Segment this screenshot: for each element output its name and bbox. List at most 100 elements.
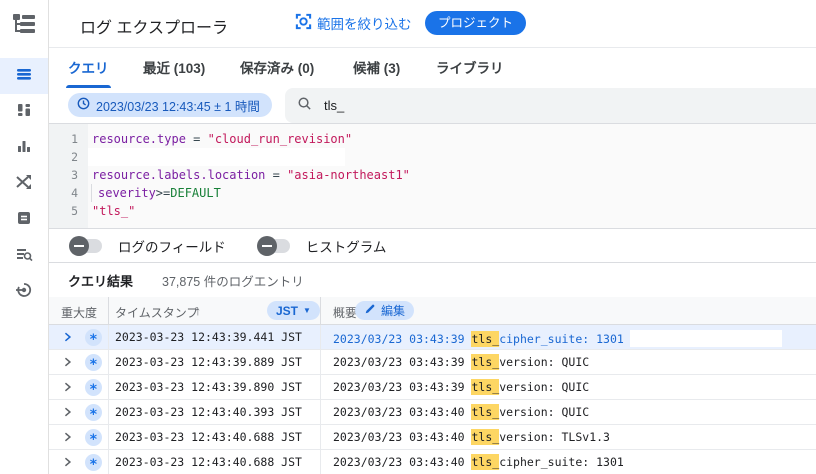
- tab-query[interactable]: クエリ: [66, 48, 110, 88]
- sidebar-item-log-metrics[interactable]: [0, 130, 48, 166]
- log-summary[interactable]: 2023/03/23 03:43:39 tls_version: QUIC: [333, 354, 589, 370]
- pencil-icon: [364, 303, 376, 318]
- edit-summary-button[interactable]: 編集: [355, 301, 415, 320]
- results-title: クエリ結果: [68, 273, 134, 289]
- code-token-op: >=: [155, 186, 171, 200]
- page-header: ログ エクスプローラ 範囲を絞り込む プロジェクト: [49, 0, 816, 48]
- time-range-chip[interactable]: 2023/03/23 12:43:45 ± 1 時間: [68, 93, 272, 117]
- log-row[interactable]: ∗ 2023-03-23 12:43:40.393 JST 2023/03/23 0…: [49, 400, 816, 425]
- expand-chevron-icon[interactable]: [62, 406, 73, 421]
- code-token-string: "asia-northeast1": [287, 168, 410, 182]
- log-fields-toggle-label: ログのフィールド: [118, 239, 226, 255]
- column-header-summary: 概要: [333, 306, 358, 320]
- column-divider: [320, 425, 321, 450]
- log-row[interactable]: ∗ 2023-03-23 12:43:39.441 JST 2023/03/23 0…: [49, 325, 816, 350]
- code-token-string: "tls_": [92, 204, 136, 218]
- search-box[interactable]: [285, 88, 816, 123]
- query-line[interactable]: "tls_": [88, 202, 816, 220]
- query-editor[interactable]: 1 2 3 4 5 resource.type = "cloud_run_revisio…: [49, 124, 816, 229]
- query-line[interactable]: resource.type = "cloud_run_revision": [88, 130, 816, 148]
- summary-time: 2023/03/23 03:43:39: [333, 380, 472, 394]
- severity-default-icon: ∗: [85, 378, 102, 396]
- query-line[interactable]: [88, 148, 345, 166]
- log-row[interactable]: ∗ 2023-03-23 12:43:40.688 JST 2023/03/23 0…: [49, 425, 816, 450]
- clock-icon: [77, 97, 90, 113]
- code-token-op: =: [265, 168, 288, 182]
- sidebar-item-logs-dashboard[interactable]: [0, 94, 48, 130]
- query-line[interactable]: severity>=DEFAULT: [91, 184, 816, 202]
- summary-text: cipher_suite: 1301: [499, 332, 624, 346]
- log-timestamp: 2023-03-23 12:43:39.441 JST: [115, 330, 302, 344]
- line-number: 3: [71, 168, 78, 182]
- project-scope-badge[interactable]: プロジェクト: [425, 11, 527, 35]
- log-summary[interactable]: 2023/03/23 03:43:39 tls_version: QUIC: [333, 379, 589, 395]
- search-match-highlight: tls_: [471, 354, 500, 370]
- log-fields-toggle[interactable]: [69, 235, 102, 256]
- log-summary[interactable]: 2023/03/23 03:43:40 tls_version: TLSv1.3: [333, 429, 610, 445]
- expand-chevron-icon[interactable]: [62, 456, 73, 471]
- dashboard-icon: [15, 101, 33, 124]
- tab-saved[interactable]: 保存済み (0): [240, 48, 314, 88]
- target-arrow-icon: [15, 281, 33, 304]
- sidebar-item-usage[interactable]: [0, 274, 48, 310]
- expand-chevron-icon[interactable]: [62, 431, 73, 446]
- log-timestamp: 2023-03-23 12:43:39.890 JST: [115, 380, 302, 394]
- query-bar: 2023/03/23 12:43:45 ± 1 時間: [49, 88, 816, 124]
- summary-text: cipher_suite: 1301: [499, 455, 624, 469]
- tab-suggested[interactable]: 候補 (3): [353, 48, 400, 88]
- log-table-header: 重大度 タイムスタンプ ↑ JST ▼ 概要 編集: [49, 297, 816, 325]
- expand-chevron-icon[interactable]: [62, 381, 73, 396]
- results-count: 37,875 件のログエントリ: [162, 274, 304, 289]
- timezone-selector[interactable]: JST ▼: [267, 301, 320, 320]
- view-toggles: ログのフィールド ヒストグラム: [49, 229, 816, 262]
- severity-default-icon: ∗: [85, 328, 102, 346]
- log-row[interactable]: ∗ 2023-03-23 12:43:40.688 JST 2023/03/23 0…: [49, 450, 816, 474]
- selection-patch: [629, 330, 782, 347]
- column-divider: [108, 400, 109, 425]
- sidebar-item-log-analytics[interactable]: [0, 238, 48, 274]
- log-summary[interactable]: 2023/03/23 03:43:39 tls_cipher_suite: 13…: [333, 330, 782, 347]
- log-timestamp: 2023-03-23 12:43:40.688 JST: [115, 430, 302, 444]
- log-summary[interactable]: 2023/03/23 03:43:40 tls_cipher_suite: 13…: [333, 454, 624, 470]
- histogram-toggle[interactable]: [256, 235, 290, 256]
- tab-library[interactable]: ライブラリ: [436, 48, 504, 88]
- tab-recent[interactable]: 最近 (103): [143, 48, 205, 88]
- sidebar-item-logs-explorer[interactable]: [0, 58, 48, 94]
- timezone-label: JST: [276, 303, 299, 318]
- search-match-highlight: tls_: [471, 429, 500, 445]
- sidebar: [0, 0, 49, 474]
- sidebar-item-log-router[interactable]: [0, 166, 48, 202]
- sidebar-item-log-storage[interactable]: [0, 202, 48, 238]
- column-divider: [320, 400, 321, 425]
- refine-scope-label: 範囲を絞り込む: [317, 17, 412, 32]
- refine-scope-button[interactable]: 範囲を絞り込む: [295, 13, 412, 33]
- toggle-knob-minus-icon: [69, 235, 89, 256]
- edit-label: 編集: [381, 304, 406, 318]
- sort-ascending-icon[interactable]: ↑: [195, 304, 201, 318]
- log-row[interactable]: ∗ 2023-03-23 12:43:39.889 JST 2023/03/23 0…: [49, 350, 816, 375]
- search-input[interactable]: [322, 97, 626, 114]
- column-divider: [108, 297, 109, 324]
- document-icon: [15, 209, 33, 232]
- list-search-icon: [15, 245, 33, 268]
- log-timestamp: 2023-03-23 12:43:39.889 JST: [115, 355, 302, 369]
- severity-default-icon: ∗: [85, 353, 102, 371]
- log-rows: ∗ 2023-03-23 12:43:39.441 JST 2023/03/23 0…: [49, 325, 816, 474]
- page-title: ログ エクスプローラ: [80, 20, 228, 37]
- expand-chevron-icon[interactable]: [62, 356, 73, 371]
- column-header-severity: 重大度: [61, 306, 98, 320]
- log-timestamp: 2023-03-23 12:43:40.393 JST: [115, 405, 302, 419]
- query-line[interactable]: resource.labels.location = "asia-northea…: [88, 166, 816, 184]
- column-header-timestamp[interactable]: タイムスタンプ: [115, 304, 198, 321]
- editor-lines: resource.type = "cloud_run_revision"reso…: [88, 130, 816, 220]
- logs-explorer-app: ログ エクスプローラ 範囲を絞り込む プロジェクト クエリ 最近 (103) 保…: [0, 0, 816, 474]
- log-row[interactable]: ∗ 2023-03-23 12:43:39.890 JST 2023/03/23 0…: [49, 375, 816, 400]
- severity-default-icon: ∗: [85, 453, 102, 471]
- expand-chevron-icon[interactable]: [62, 331, 73, 346]
- summary-text: version: TLSv1.3: [499, 430, 610, 444]
- log-summary[interactable]: 2023/03/23 03:43:40 tls_version: QUIC: [333, 404, 589, 420]
- line-number: 5: [71, 204, 78, 218]
- sidebar-nav: [0, 58, 48, 310]
- column-divider: [108, 325, 109, 350]
- code-token-string: "cloud_run_revision": [207, 132, 353, 146]
